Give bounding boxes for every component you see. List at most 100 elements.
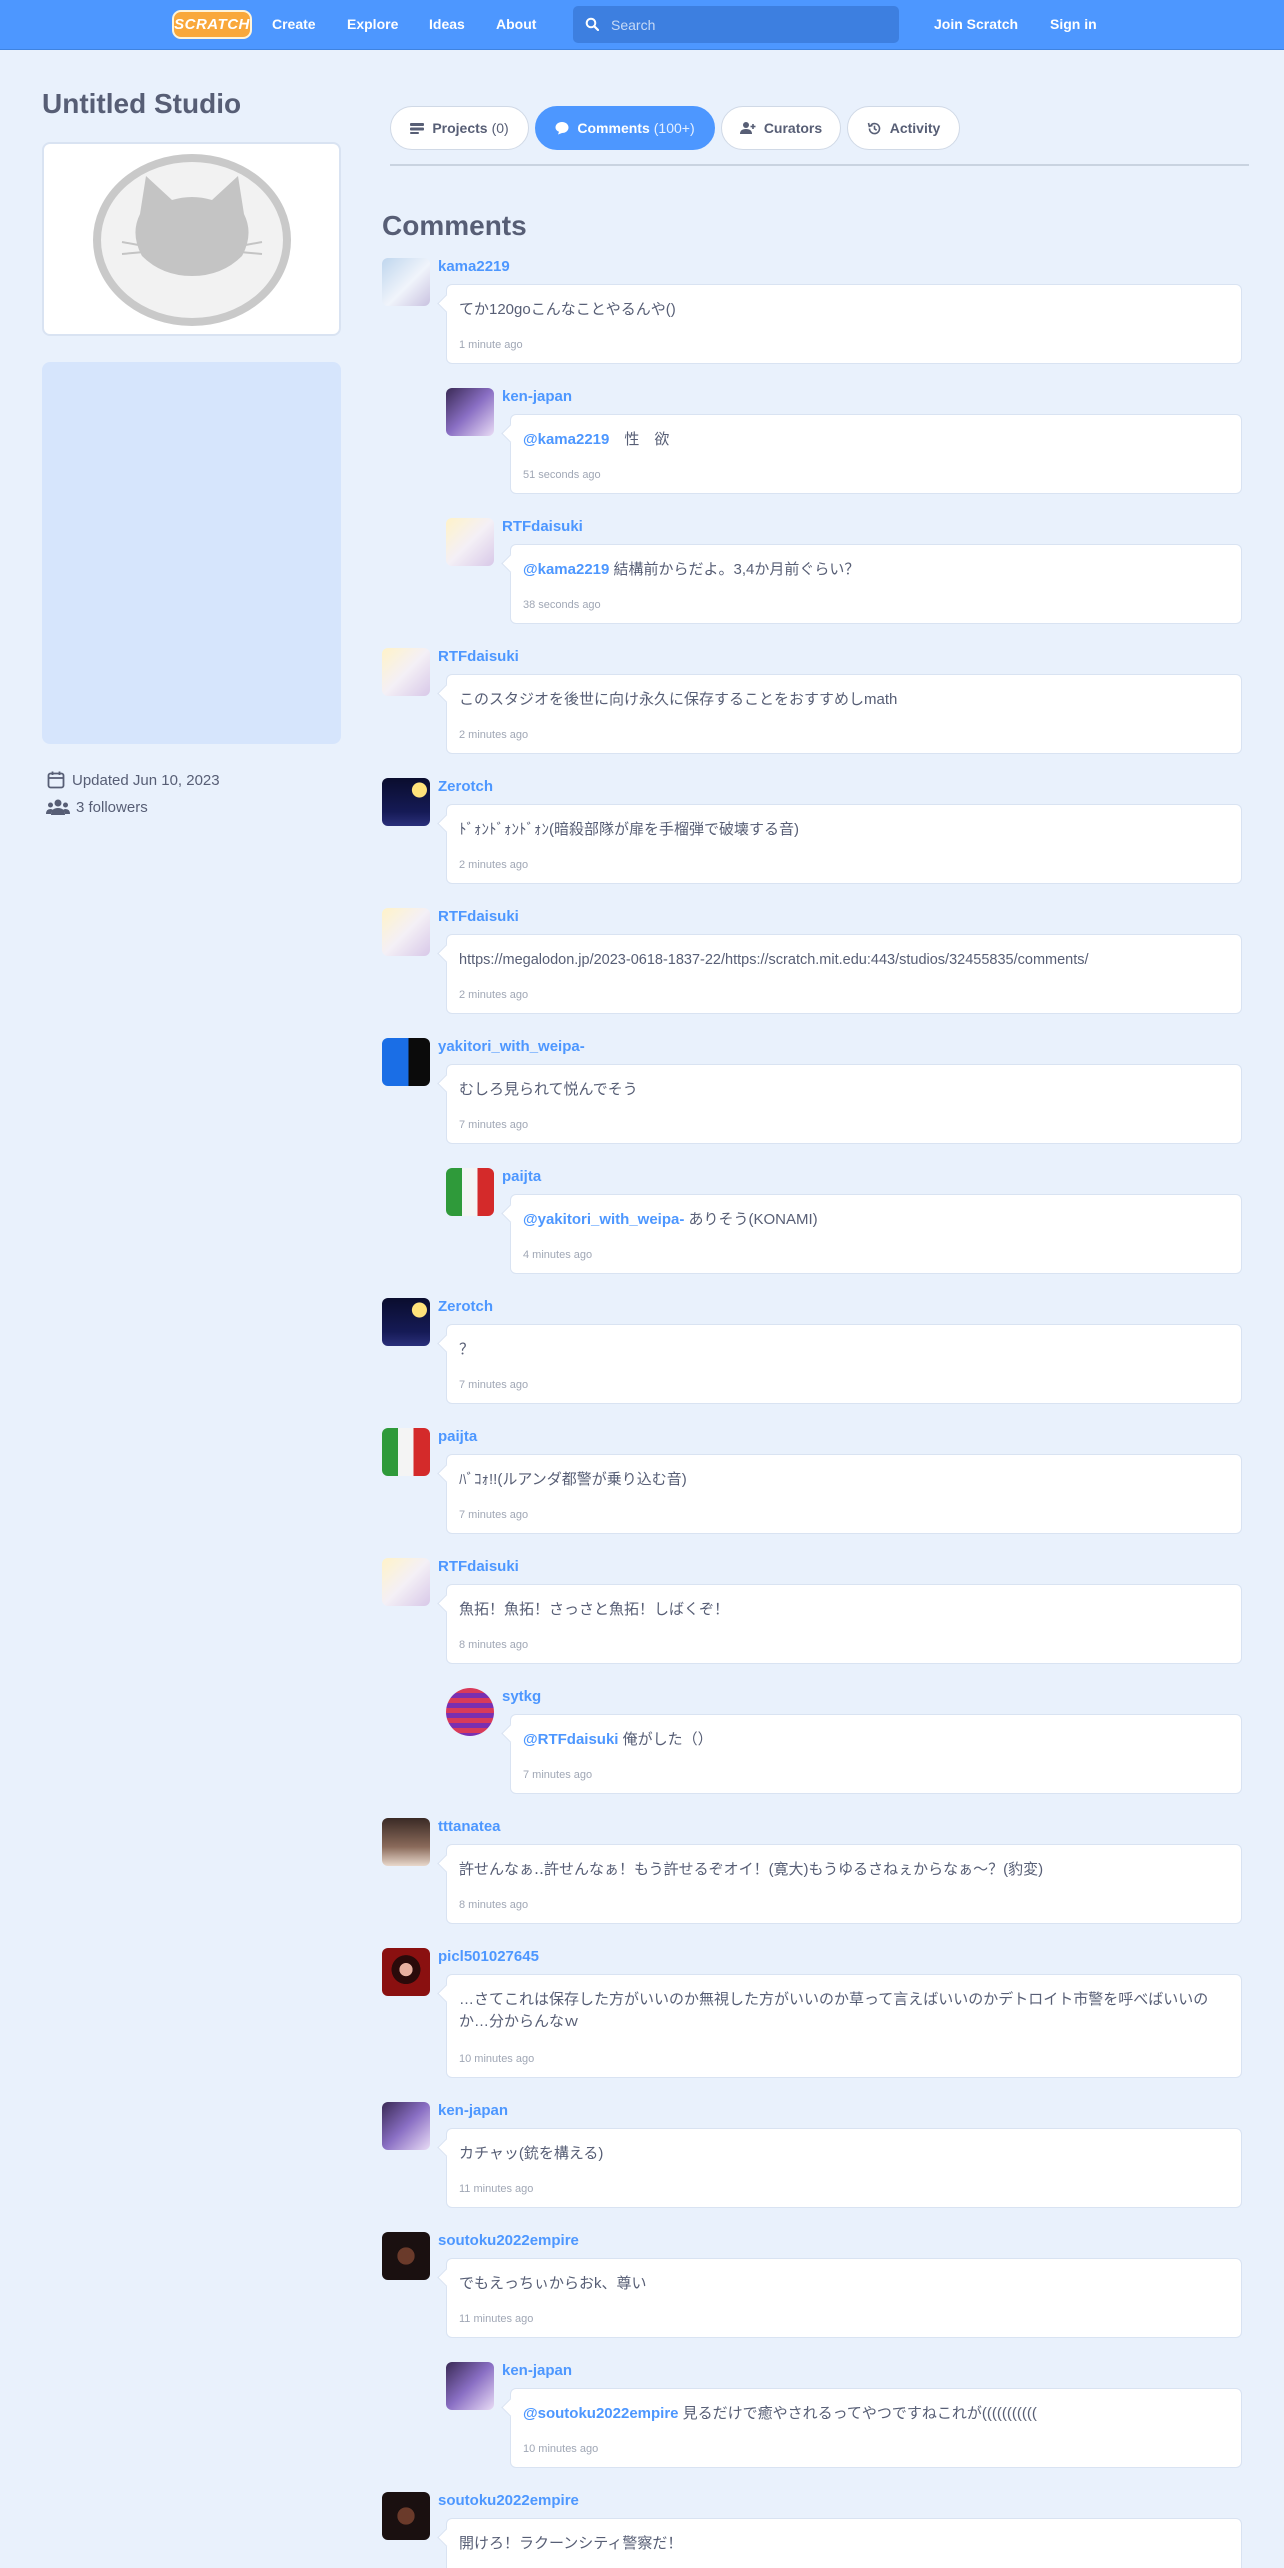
- comment-username[interactable]: paijta: [438, 1428, 477, 1445]
- search-input[interactable]: [611, 6, 891, 43]
- comment-text: 許せんなぁ‥許せんなぁ！もう許せるぞオイ！(寛大)もうゆるさねぇからなぁ〜？(豹…: [459, 1861, 1044, 1878]
- comment-time: 11 minutes ago: [459, 2183, 534, 2195]
- sign-in-link[interactable]: Sign in: [1050, 0, 1097, 50]
- comment-username[interactable]: RTFdaisuki: [438, 908, 519, 925]
- avatar[interactable]: [382, 908, 430, 956]
- avatar[interactable]: [446, 2362, 494, 2410]
- scratch-logo[interactable]: SCRATCH: [172, 10, 252, 39]
- comment-username[interactable]: Zerotch: [438, 778, 493, 795]
- comment-username[interactable]: RTFdaisuki: [438, 1558, 519, 1575]
- comment-username[interactable]: sytkg: [502, 1688, 541, 1705]
- avatar[interactable]: [382, 2232, 430, 2280]
- avatar[interactable]: [446, 1168, 494, 1216]
- tabs-divider: [390, 164, 1249, 166]
- nav-about[interactable]: About: [496, 0, 536, 50]
- tab-projects[interactable]: Projects (0): [390, 106, 529, 150]
- comment-bubble: ﾊﾞｺｫ!!(ルアンダ都警が乗り込む音) 7 minutes ago: [446, 1454, 1242, 1534]
- join-scratch-link[interactable]: Join Scratch: [934, 0, 1018, 50]
- avatar[interactable]: [446, 1688, 494, 1736]
- comment-text: @soutoku2022empire 見るだけで癒やされるってやつですねこれが(…: [523, 2403, 1037, 2425]
- comment-bubble: 許せんなぁ‥許せんなぁ！もう許せるぞオイ！(寛大)もうゆるさねぇからなぁ〜？(豹…: [446, 1844, 1242, 1924]
- comment-text: ﾄﾞｫﾝﾄﾞｫﾝﾄﾞｫﾝ(暗殺部隊が扉を手榴弾で破壊する音): [459, 821, 799, 838]
- tab-curators-label: Curators: [763, 120, 823, 136]
- comment-bubble: 開けろ！ラクーンシティ警察だ！: [446, 2518, 1242, 2568]
- comment-bubble: @yakitori_with_weipa- ありそう(KONAMI) 4 min…: [510, 1194, 1242, 1274]
- mention-link[interactable]: @kama2219: [523, 561, 609, 578]
- mention-link[interactable]: @yakitori_with_weipa-: [523, 1211, 684, 1228]
- comment-username[interactable]: RTFdaisuki: [502, 518, 583, 535]
- comment-text: ﾊﾞｺｫ!!(ルアンダ都警が乗り込む音): [459, 1471, 687, 1488]
- comment-time: 2 minutes ago: [459, 859, 529, 871]
- tab-activity[interactable]: Activity: [847, 106, 960, 150]
- tab-comments-count: (100+): [653, 120, 695, 136]
- tab-comments[interactable]: Comments (100+): [535, 106, 715, 150]
- followers-row: 3 followers: [46, 798, 148, 816]
- comment-time: 2 minutes ago: [459, 729, 529, 741]
- comment-username[interactable]: soutoku2022empire: [438, 2232, 579, 2249]
- avatar[interactable]: [382, 1038, 430, 1086]
- comment-time: 7 minutes ago: [523, 1769, 593, 1781]
- comment-time: 10 minutes ago: [459, 2053, 535, 2065]
- comment-body: 性 欲: [609, 431, 670, 448]
- comment-username[interactable]: ken-japan: [502, 2362, 572, 2379]
- comment-username[interactable]: ken-japan: [502, 388, 572, 405]
- mention-link[interactable]: @kama2219: [523, 431, 609, 448]
- avatar[interactable]: [382, 778, 430, 826]
- comment-username[interactable]: ken-japan: [438, 2102, 508, 2119]
- updated-date: Updated Jun 10, 2023: [72, 771, 220, 789]
- nav-create[interactable]: Create: [272, 0, 316, 50]
- comment-time: 7 minutes ago: [459, 1119, 529, 1131]
- tab-comments-label: Comments: [577, 120, 650, 136]
- comment-username[interactable]: picl501027645: [438, 1948, 539, 1965]
- avatar[interactable]: [382, 2492, 430, 2540]
- avatar[interactable]: [382, 648, 430, 696]
- comments-heading: Comments: [382, 210, 527, 241]
- projects-icon: [410, 123, 425, 134]
- comment-username[interactable]: kama2219: [438, 258, 510, 275]
- tab-curators[interactable]: Curators: [721, 106, 841, 150]
- comment-bubble: @kama2219 結構前からだよ。3,4か月前ぐらい？ 38 seconds …: [510, 544, 1242, 624]
- nav-ideas[interactable]: Ideas: [429, 0, 465, 50]
- avatar[interactable]: [382, 1298, 430, 1346]
- comment-username[interactable]: paijta: [502, 1168, 541, 1185]
- mention-link[interactable]: @soutoku2022empire: [523, 2405, 679, 2422]
- avatar[interactable]: [382, 1558, 430, 1606]
- nav-explore[interactable]: Explore: [347, 0, 398, 50]
- search-box[interactable]: [573, 6, 899, 43]
- comment-text: 開けろ！ラクーンシティ警察だ！: [459, 2535, 683, 2552]
- top-navbar: SCRATCH Create Explore Ideas About Join …: [0, 0, 1284, 50]
- comment-bubble: …さてこれは保存した方がいいのか無視した方がいいのか草って言えばいいのかデトロイ…: [446, 1974, 1242, 2078]
- followers-icon: [46, 799, 70, 815]
- avatar[interactable]: [446, 518, 494, 566]
- comment-username[interactable]: RTFdaisuki: [438, 648, 519, 665]
- followers-count: 3 followers: [76, 798, 148, 816]
- comment-body: 結構前からだよ。3,4か月前ぐらい？: [609, 561, 860, 578]
- comment-text: @yakitori_with_weipa- ありそう(KONAMI): [523, 1209, 818, 1231]
- history-icon: [867, 122, 880, 134]
- comment-bubble-icon: [555, 122, 569, 135]
- avatar[interactable]: [446, 388, 494, 436]
- avatar[interactable]: [382, 2102, 430, 2150]
- comment-bubble: @RTFdaisuki 俺がした（） 7 minutes ago: [510, 1714, 1242, 1794]
- comment-text: …さてこれは保存した方がいいのか無視した方がいいのか草って言えばいいのかデトロイ…: [459, 1991, 1209, 2030]
- avatar[interactable]: [382, 1428, 430, 1476]
- avatar[interactable]: [382, 258, 430, 306]
- comment-text: @kama2219 結構前からだよ。3,4か月前ぐらい？: [523, 559, 859, 581]
- comment-bubble: ﾄﾞｫﾝﾄﾞｫﾝﾄﾞｫﾝ(暗殺部隊が扉を手榴弾で破壊する音) 2 minutes…: [446, 804, 1242, 884]
- comment-bubble: 魚拓！魚拓！さっさと魚拓！しばくぞ！ 8 minutes ago: [446, 1584, 1242, 1664]
- mention-link[interactable]: @RTFdaisuki: [523, 1731, 618, 1748]
- comment-time: 10 minutes ago: [523, 2443, 599, 2455]
- add-user-icon: [739, 122, 756, 134]
- comment-time: 8 minutes ago: [459, 1639, 529, 1651]
- comment-username[interactable]: Zerotch: [438, 1298, 493, 1315]
- comment-bubble: このスタジオを後世に向け永久に保存することをおすすめしmath 2 minute…: [446, 674, 1242, 754]
- comment-time: 38 seconds ago: [523, 599, 601, 611]
- avatar[interactable]: [382, 1948, 430, 1996]
- comment-username[interactable]: yakitori_with_weipa-: [438, 1038, 585, 1055]
- comment-username[interactable]: tttanatea: [438, 1818, 501, 1835]
- studio-description: [42, 362, 341, 744]
- comment-bubble: @kama2219 性 欲 51 seconds ago: [510, 414, 1242, 494]
- comment-username[interactable]: soutoku2022empire: [438, 2492, 579, 2509]
- comment-body: 俺がした（）: [618, 1731, 713, 1748]
- avatar[interactable]: [382, 1818, 430, 1866]
